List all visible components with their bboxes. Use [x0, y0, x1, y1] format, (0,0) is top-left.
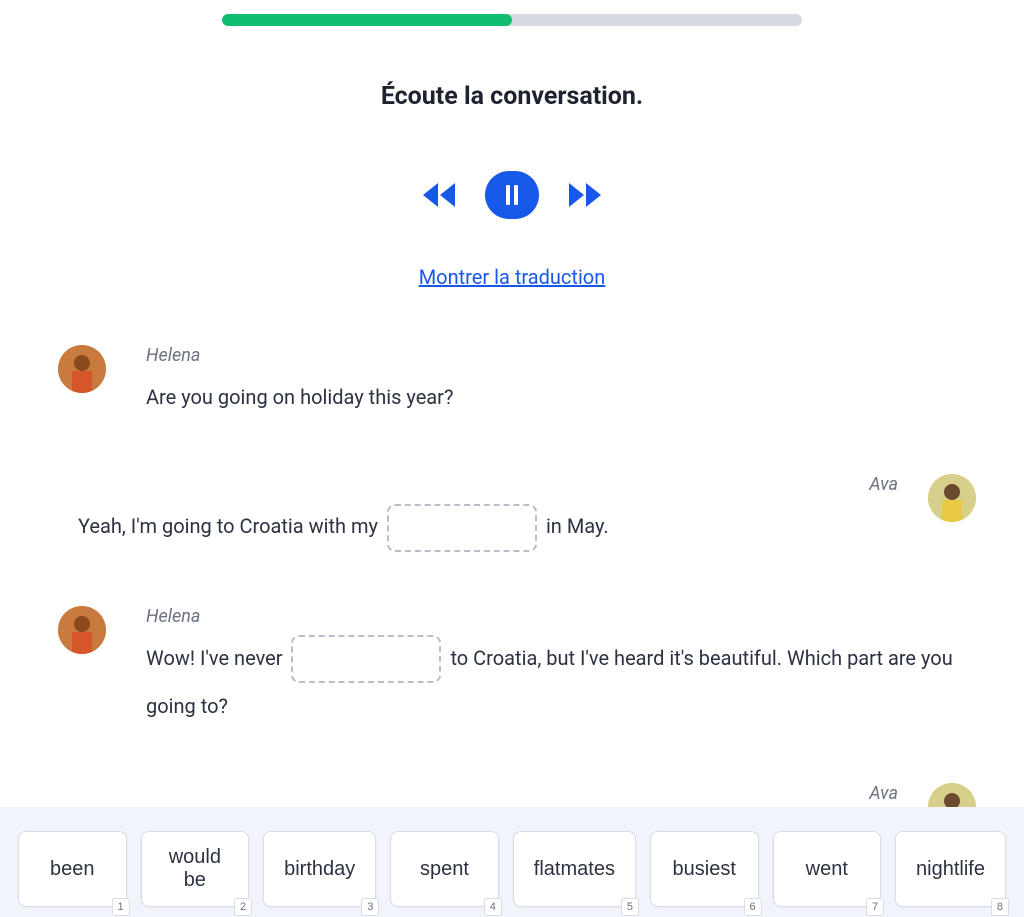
audio-controls — [0, 171, 1024, 219]
text-fragment: Wow! I've never — [146, 646, 287, 670]
word-chip-birthday[interactable]: birthday 3 — [263, 831, 376, 907]
shortcut-badge: 6 — [744, 898, 762, 916]
word-chip-spent[interactable]: spent 4 — [390, 831, 499, 907]
word-chip-flatmates[interactable]: flatmates 5 — [513, 831, 636, 907]
message-helena-1: Helena Are you going on holiday this yea… — [58, 345, 976, 420]
shortcut-badge: 7 — [866, 898, 884, 916]
fill-blank-1[interactable] — [387, 504, 537, 552]
avatar-helena — [58, 606, 106, 654]
shortcut-badge: 1 — [112, 898, 130, 916]
forward-icon — [567, 181, 603, 209]
message-text: Are you going on holiday this year? — [146, 374, 976, 420]
word-label: would be — [169, 846, 221, 891]
word-chip-nightlife[interactable]: nightlife 8 — [895, 831, 1006, 907]
fill-blank-2[interactable] — [291, 635, 441, 683]
message-content: Helena Are you going on holiday this yea… — [146, 345, 976, 420]
message-ava-1: Ava Yeah, I'm going to Croatia with my i… — [58, 474, 976, 552]
word-chip-busiest[interactable]: busiest 6 — [650, 831, 759, 907]
word-chip-would-be[interactable]: would be 2 — [141, 831, 250, 907]
word-label: nightlife — [916, 858, 985, 880]
avatar-ava — [928, 474, 976, 522]
word-label: went — [806, 858, 848, 880]
word-label: birthday — [284, 858, 355, 880]
shortcut-badge: 3 — [361, 898, 379, 916]
shortcut-badge: 8 — [991, 898, 1009, 916]
speaker-name: Helena — [146, 345, 976, 366]
avatar-helena — [58, 345, 106, 393]
shortcut-badge: 2 — [234, 898, 252, 916]
word-label: flatmates — [534, 858, 615, 880]
conversation-area: Helena Are you going on holiday this yea… — [0, 345, 1024, 831]
forward-button[interactable] — [567, 181, 603, 209]
message-text: Wow! I've never to Croatia, but I've hea… — [146, 635, 976, 730]
shortcut-badge: 4 — [484, 898, 502, 916]
speaker-name: Helena — [146, 606, 976, 627]
word-bank: been 1 would be 2 birthday 3 spent 4 fla… — [0, 807, 1024, 917]
speaker-name: Ava — [58, 783, 898, 804]
message-helena-2: Helena Wow! I've never to Croatia, but I… — [58, 606, 976, 730]
message-content: Helena Wow! I've never to Croatia, but I… — [146, 606, 976, 730]
word-chip-went[interactable]: went 7 — [773, 831, 882, 907]
word-label: spent — [420, 858, 469, 880]
word-label: busiest — [673, 858, 736, 880]
shortcut-badge: 5 — [621, 898, 639, 916]
text-fragment: in May. — [541, 514, 609, 538]
progress-fill — [222, 14, 512, 26]
word-chip-been[interactable]: been 1 — [18, 831, 127, 907]
word-label: been — [50, 858, 95, 880]
pause-icon — [504, 185, 520, 205]
progress-bar — [222, 14, 802, 26]
pause-button[interactable] — [485, 171, 539, 219]
message-content: Ava Yeah, I'm going to Croatia with my i… — [58, 474, 898, 552]
rewind-icon — [421, 181, 457, 209]
show-translation-link[interactable]: Montrer la traduction — [0, 265, 1024, 289]
speaker-name: Ava — [58, 474, 898, 495]
progress-bar-container — [0, 0, 1024, 26]
header-section: Écoute la conversation. Montrer la tradu… — [0, 26, 1024, 289]
message-text: Yeah, I'm going to Croatia with my in Ma… — [58, 503, 898, 552]
instruction-text: Écoute la conversation. — [0, 82, 1024, 111]
rewind-button[interactable] — [421, 181, 457, 209]
text-fragment: Yeah, I'm going to Croatia with my — [78, 514, 383, 538]
